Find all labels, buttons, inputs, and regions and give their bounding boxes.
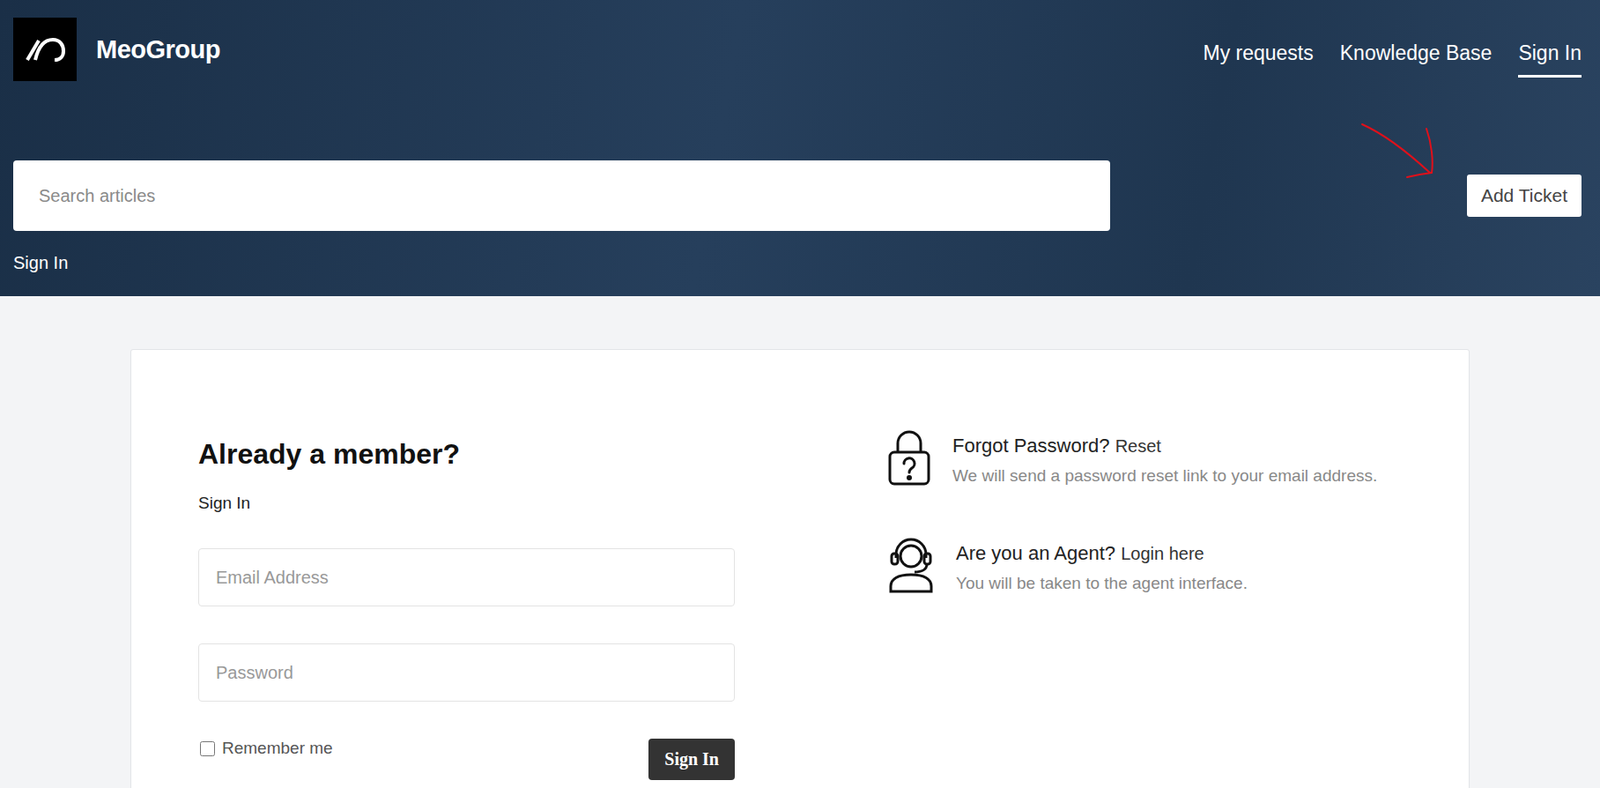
password-input[interactable] xyxy=(198,643,735,702)
help-title: Forgot Password? Reset xyxy=(952,434,1378,458)
remember-me[interactable]: Remember me xyxy=(198,738,334,758)
breadcrumb[interactable]: Sign In xyxy=(13,252,1582,274)
lock-icon xyxy=(887,429,932,486)
help-text: Forgot Password? Reset We will send a pas… xyxy=(952,429,1378,486)
nav-item[interactable]: Knowledge Base xyxy=(1340,41,1493,78)
help-link[interactable]: Reset xyxy=(1115,436,1162,456)
sign-in-button[interactable]: Sign In xyxy=(648,738,735,780)
help-item: Are you an Agent? Login here You will be … xyxy=(887,536,1378,593)
logo[interactable] xyxy=(13,17,77,82)
help-list: Forgot Password? Reset We will send a pas… xyxy=(887,429,1378,780)
add-ticket-button[interactable]: Add Ticket xyxy=(1466,174,1582,217)
nav-item[interactable]: Sign In xyxy=(1518,41,1582,78)
login-title: Already a member? xyxy=(198,437,735,471)
header: MeoGroup My requests Knowledge Base Sign In… xyxy=(0,0,1600,297)
help-description: You will be taken to the agent interface… xyxy=(955,573,1248,593)
logo-icon xyxy=(24,36,66,63)
nav: My requests Knowledge Base Sign In xyxy=(1203,22,1583,78)
login-form: Already a member? Sign In Remember me Sign … xyxy=(198,437,735,780)
login-subtitle: Sign In xyxy=(198,493,735,513)
form-footer: Remember me Sign In xyxy=(198,738,735,780)
help-title: Are you an Agent? Login here xyxy=(955,541,1248,565)
brand[interactable]: MeoGroup xyxy=(13,17,221,82)
brand-name[interactable]: MeoGroup xyxy=(96,35,221,65)
search-input[interactable] xyxy=(13,160,1111,231)
help-link[interactable]: Login here xyxy=(1120,543,1205,563)
login-card: Already a member? Sign In Remember me Sign … xyxy=(130,348,1470,788)
agent-icon xyxy=(887,536,935,593)
help-description: We will send a password reset link to yo… xyxy=(952,466,1378,486)
nav-item[interactable]: My requests xyxy=(1203,41,1314,78)
help-item: Forgot Password? Reset We will send a pas… xyxy=(887,429,1378,486)
main: Already a member? Sign In Remember me Sign … xyxy=(0,296,1600,788)
annotation-arrow-icon xyxy=(1359,121,1448,180)
help-text: Are you an Agent? Login here You will be … xyxy=(955,536,1248,593)
top-bar: MeoGroup My requests Knowledge Base Sign In xyxy=(13,17,1582,82)
remember-checkbox[interactable] xyxy=(200,740,215,756)
search-row: Add Ticket xyxy=(13,160,1582,231)
email-input[interactable] xyxy=(198,548,735,607)
